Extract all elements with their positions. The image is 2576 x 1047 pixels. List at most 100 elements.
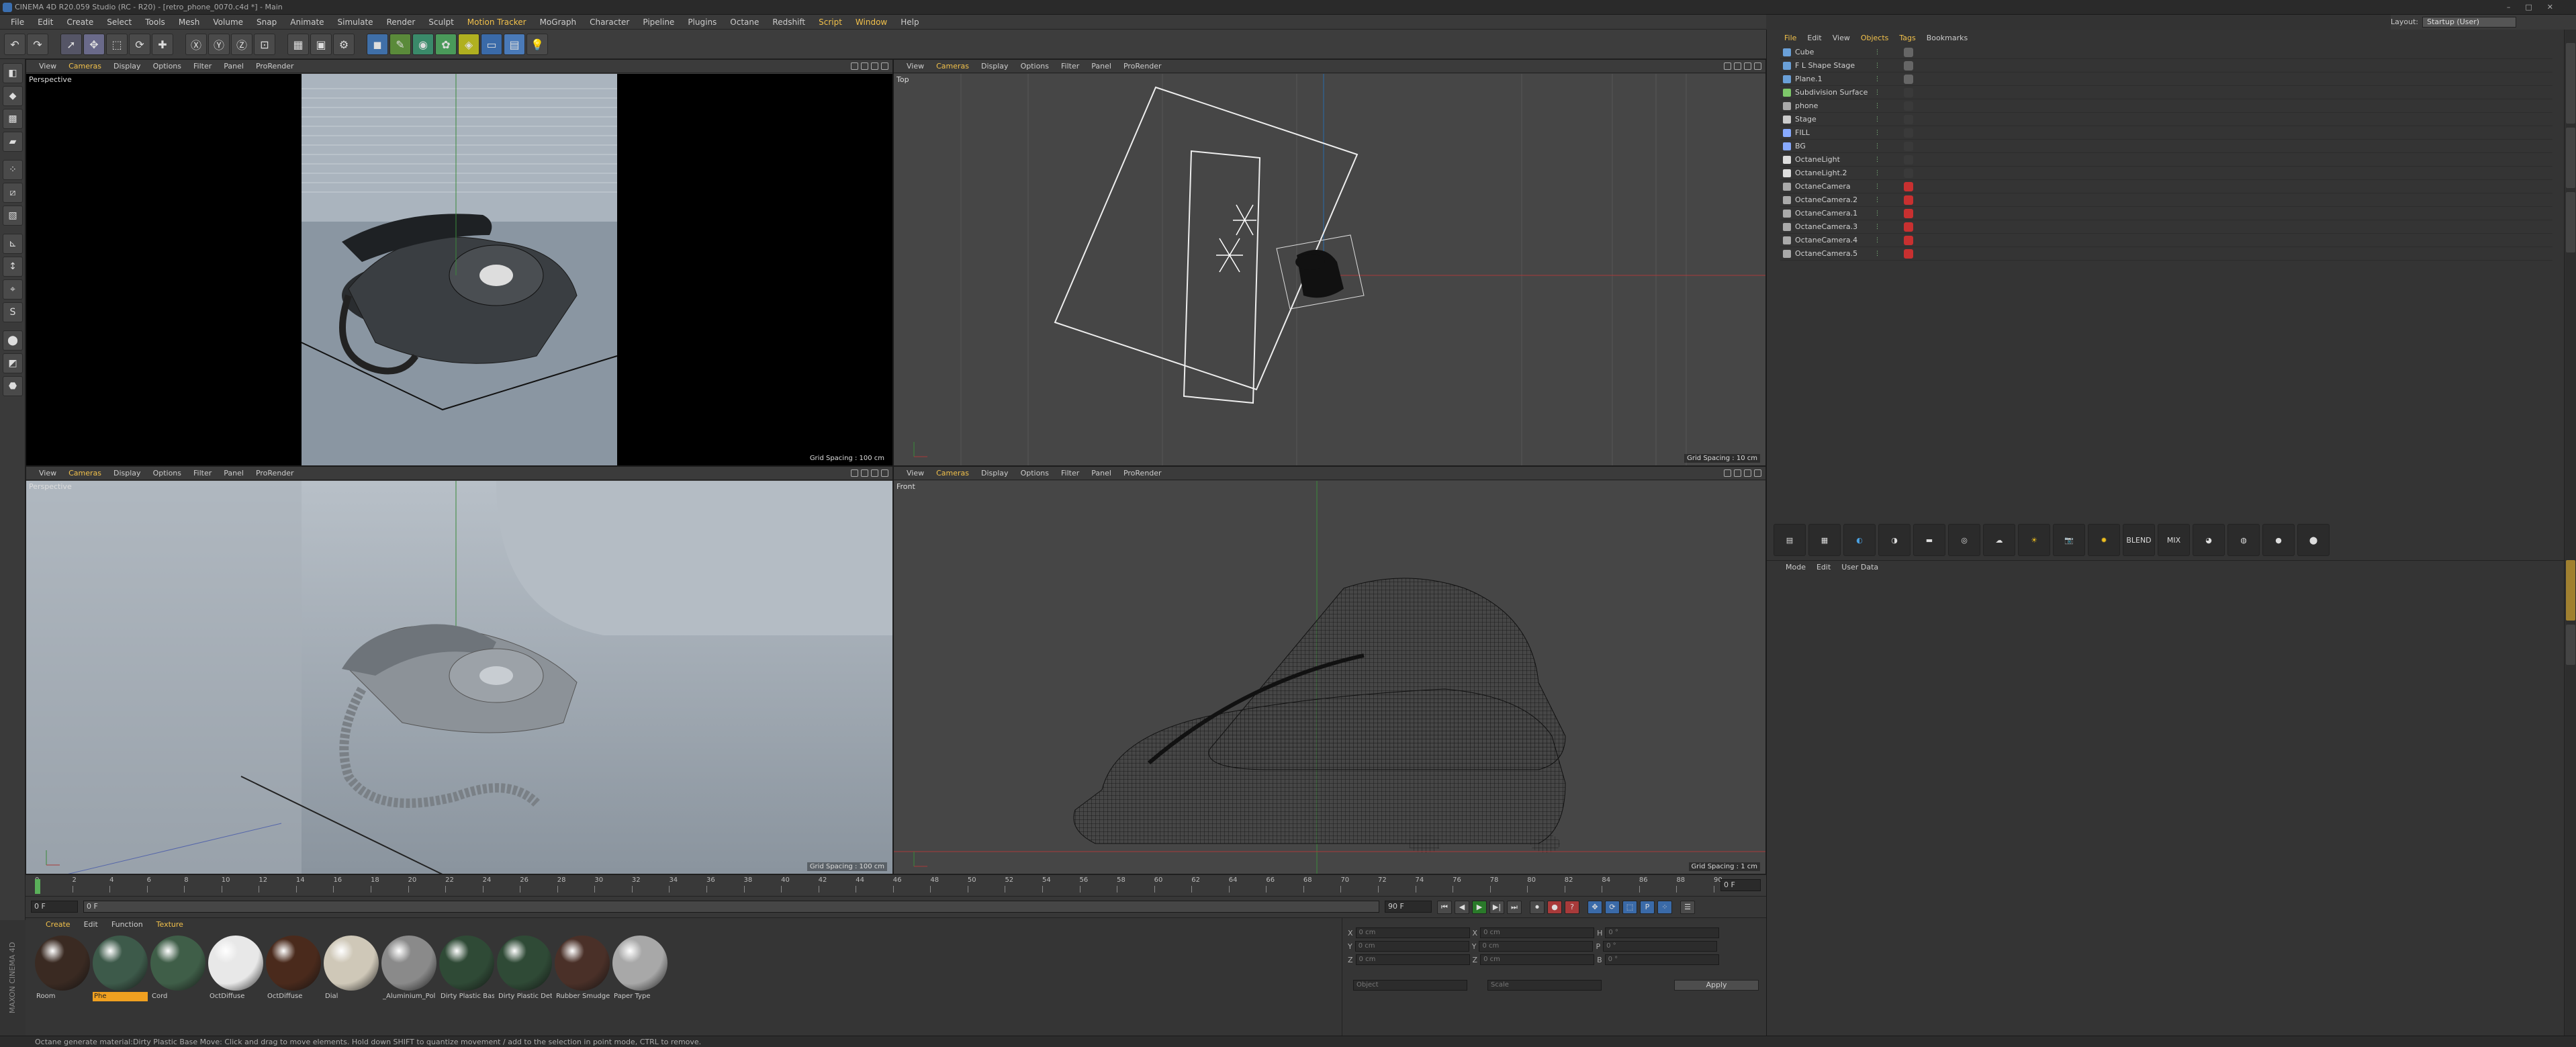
side-tab-content-browser[interactable] bbox=[2566, 128, 2575, 188]
window-controls[interactable]: –□✕ bbox=[2507, 0, 2568, 15]
object-tag-icon[interactable] bbox=[1904, 115, 1913, 124]
attr-menu-edit[interactable]: Edit bbox=[1811, 561, 1836, 574]
material-preview-sphere[interactable] bbox=[555, 936, 610, 991]
obj-menu-file[interactable]: File bbox=[1779, 32, 1802, 44]
menu-window[interactable]: Window bbox=[849, 15, 894, 29]
object-tag-icon[interactable] bbox=[1904, 182, 1913, 191]
diffuse-icon[interactable]: ◐ bbox=[1843, 524, 1876, 556]
object-tag-icon[interactable] bbox=[1904, 249, 1913, 259]
key-position-icon[interactable]: ✥ bbox=[1588, 901, 1602, 914]
play-icon[interactable]: ▶ bbox=[1472, 901, 1487, 914]
material-swatch[interactable]: Dial bbox=[324, 936, 379, 1001]
key-param-icon[interactable]: P bbox=[1640, 901, 1655, 914]
menu-snap[interactable]: Snap bbox=[250, 15, 283, 29]
viewport-nav-icons[interactable] bbox=[851, 62, 888, 70]
vp-menu-prorender[interactable]: ProRender bbox=[250, 467, 300, 480]
material-swatch[interactable]: Phe bbox=[93, 936, 148, 1001]
object-row[interactable]: FILL ⋮ bbox=[1780, 126, 2552, 140]
side-tab-structure[interactable] bbox=[2566, 192, 2575, 253]
render-view-icon[interactable]: ▦ bbox=[287, 34, 309, 55]
sphere-icon[interactable]: ● bbox=[2262, 524, 2295, 556]
object-row[interactable]: Subdivision Surface ⋮ bbox=[1780, 86, 2552, 99]
object-tag-icon[interactable] bbox=[1904, 88, 1913, 97]
material-preview-sphere[interactable] bbox=[93, 936, 148, 991]
object-row[interactable]: Plane.1 ⋮ bbox=[1780, 73, 2552, 86]
menu-animate[interactable]: Animate bbox=[283, 15, 330, 29]
visibility-dots-icon[interactable]: ⋮ bbox=[1874, 142, 1880, 150]
object-name[interactable]: OctaneLight bbox=[1795, 153, 1840, 167]
object-name[interactable]: phone bbox=[1795, 99, 1818, 113]
coordinate-system-icon[interactable]: ⊡ bbox=[254, 34, 275, 55]
target-icon[interactable]: ◎ bbox=[1948, 524, 1980, 556]
side-tab-attributes[interactable] bbox=[2566, 560, 2575, 621]
vp-menu-filter[interactable]: Filter bbox=[1055, 467, 1085, 480]
menu-select[interactable]: Select bbox=[100, 15, 138, 29]
step-forward-icon[interactable]: ▶| bbox=[1489, 901, 1504, 914]
menu-mograph[interactable]: MoGraph bbox=[533, 15, 584, 29]
vp-menu-display[interactable]: Display bbox=[107, 60, 147, 73]
object-row[interactable]: OctaneCamera.2 ⋮ bbox=[1780, 193, 2552, 207]
object-name[interactable]: OctaneCamera.5 bbox=[1795, 247, 1857, 261]
material-swatch[interactable]: Dirty Plastic Base bbox=[439, 936, 494, 1001]
vp-menu-filter[interactable]: Filter bbox=[187, 467, 218, 480]
daylight-icon[interactable]: ✹ bbox=[2088, 524, 2120, 556]
position-x-field[interactable]: 0 cm bbox=[1355, 927, 1470, 938]
mat-menu-function[interactable]: Function bbox=[105, 918, 150, 931]
material-label[interactable]: _Aluminium_Pol bbox=[381, 992, 436, 1001]
obj-menu-tags[interactable]: Tags bbox=[1894, 32, 1921, 44]
object-name[interactable]: Cube bbox=[1795, 46, 1814, 59]
material-swatch[interactable]: Room bbox=[35, 936, 90, 1001]
vp-menu-filter[interactable]: Filter bbox=[1055, 60, 1085, 73]
tweak-mode-icon[interactable]: ↕ bbox=[3, 257, 23, 277]
material-label[interactable]: Dirty Plastic Base bbox=[439, 992, 494, 1001]
material-preview-sphere[interactable] bbox=[35, 936, 90, 991]
object-tag-icon[interactable] bbox=[1904, 195, 1913, 205]
rotation-p-field[interactable]: 0 ° bbox=[1603, 941, 1718, 952]
pattern-icon[interactable]: ◍ bbox=[2227, 524, 2260, 556]
viewport-nav-icons[interactable] bbox=[851, 469, 888, 477]
menu-octane[interactable]: Octane bbox=[723, 15, 766, 29]
menu-volume[interactable]: Volume bbox=[206, 15, 250, 29]
side-tab-objects[interactable] bbox=[2566, 43, 2575, 124]
viewport-canvas[interactable]: Top Grid Spacing : 10 cm bbox=[894, 74, 1765, 465]
side-tab-layers[interactable] bbox=[2566, 625, 2575, 665]
object-row[interactable]: OctaneCamera ⋮ bbox=[1780, 180, 2552, 193]
vp-menu-options[interactable]: Options bbox=[147, 60, 187, 73]
object-name[interactable]: F L Shape Stage bbox=[1795, 59, 1855, 73]
menu-motion-tracker[interactable]: Motion Tracker bbox=[461, 15, 533, 29]
viewport-top[interactable]: View Cameras Display Options Filter Pane… bbox=[893, 59, 1766, 466]
visibility-dots-icon[interactable]: ⋮ bbox=[1874, 183, 1880, 191]
material-label[interactable]: Phe bbox=[93, 992, 148, 1001]
viewport-canvas[interactable]: Perspective Grid Spacing : 100 cm bbox=[26, 481, 892, 874]
octane-camera-icon[interactable]: 📷 bbox=[2053, 524, 2085, 556]
keyframe-selection-icon[interactable]: ? bbox=[1565, 901, 1579, 914]
object-row[interactable]: OctaneCamera.4 ⋮ bbox=[1780, 234, 2552, 247]
object-name[interactable]: Plane.1 bbox=[1795, 73, 1823, 86]
rotation-b-field[interactable]: 0 ° bbox=[1604, 954, 1719, 965]
light-icon[interactable]: 💡 bbox=[526, 34, 548, 55]
visibility-dots-icon[interactable]: ⋮ bbox=[1874, 210, 1880, 218]
object-tag-icon[interactable] bbox=[1904, 142, 1913, 151]
visibility-dots-icon[interactable]: ⋮ bbox=[1874, 236, 1880, 244]
object-name[interactable]: OctaneCamera.3 bbox=[1795, 220, 1857, 234]
object-name[interactable]: FILL bbox=[1795, 126, 1810, 140]
deformer-icon[interactable]: ◈ bbox=[458, 34, 479, 55]
cube-icon[interactable]: ◼ bbox=[367, 34, 388, 55]
area-light-icon[interactable]: ▬ bbox=[1913, 524, 1945, 556]
y-axis-icon[interactable]: Ⓨ bbox=[208, 34, 230, 55]
obj-menu-view[interactable]: View bbox=[1827, 32, 1855, 44]
current-frame-right-field[interactable]: 0 F bbox=[1720, 879, 1761, 891]
visibility-dots-icon[interactable]: ⋮ bbox=[1874, 196, 1880, 204]
timeline-playhead[interactable] bbox=[35, 879, 40, 894]
vp-menu-panel[interactable]: Panel bbox=[218, 467, 250, 480]
pen-icon[interactable]: ✎ bbox=[389, 34, 411, 55]
viewport-nav-icons[interactable] bbox=[1724, 469, 1761, 477]
material-preview-sphere[interactable] bbox=[208, 936, 263, 991]
material-preview-sphere[interactable] bbox=[324, 936, 379, 991]
vp-menu-panel[interactable]: Panel bbox=[218, 60, 250, 73]
menu-mesh[interactable]: Mesh bbox=[172, 15, 207, 29]
visibility-dots-icon[interactable]: ⋮ bbox=[1874, 116, 1880, 124]
object-name[interactable]: OctaneCamera.2 bbox=[1795, 193, 1857, 207]
vp-menu-prorender[interactable]: ProRender bbox=[1117, 60, 1168, 73]
object-tag-icon[interactable] bbox=[1904, 48, 1913, 57]
